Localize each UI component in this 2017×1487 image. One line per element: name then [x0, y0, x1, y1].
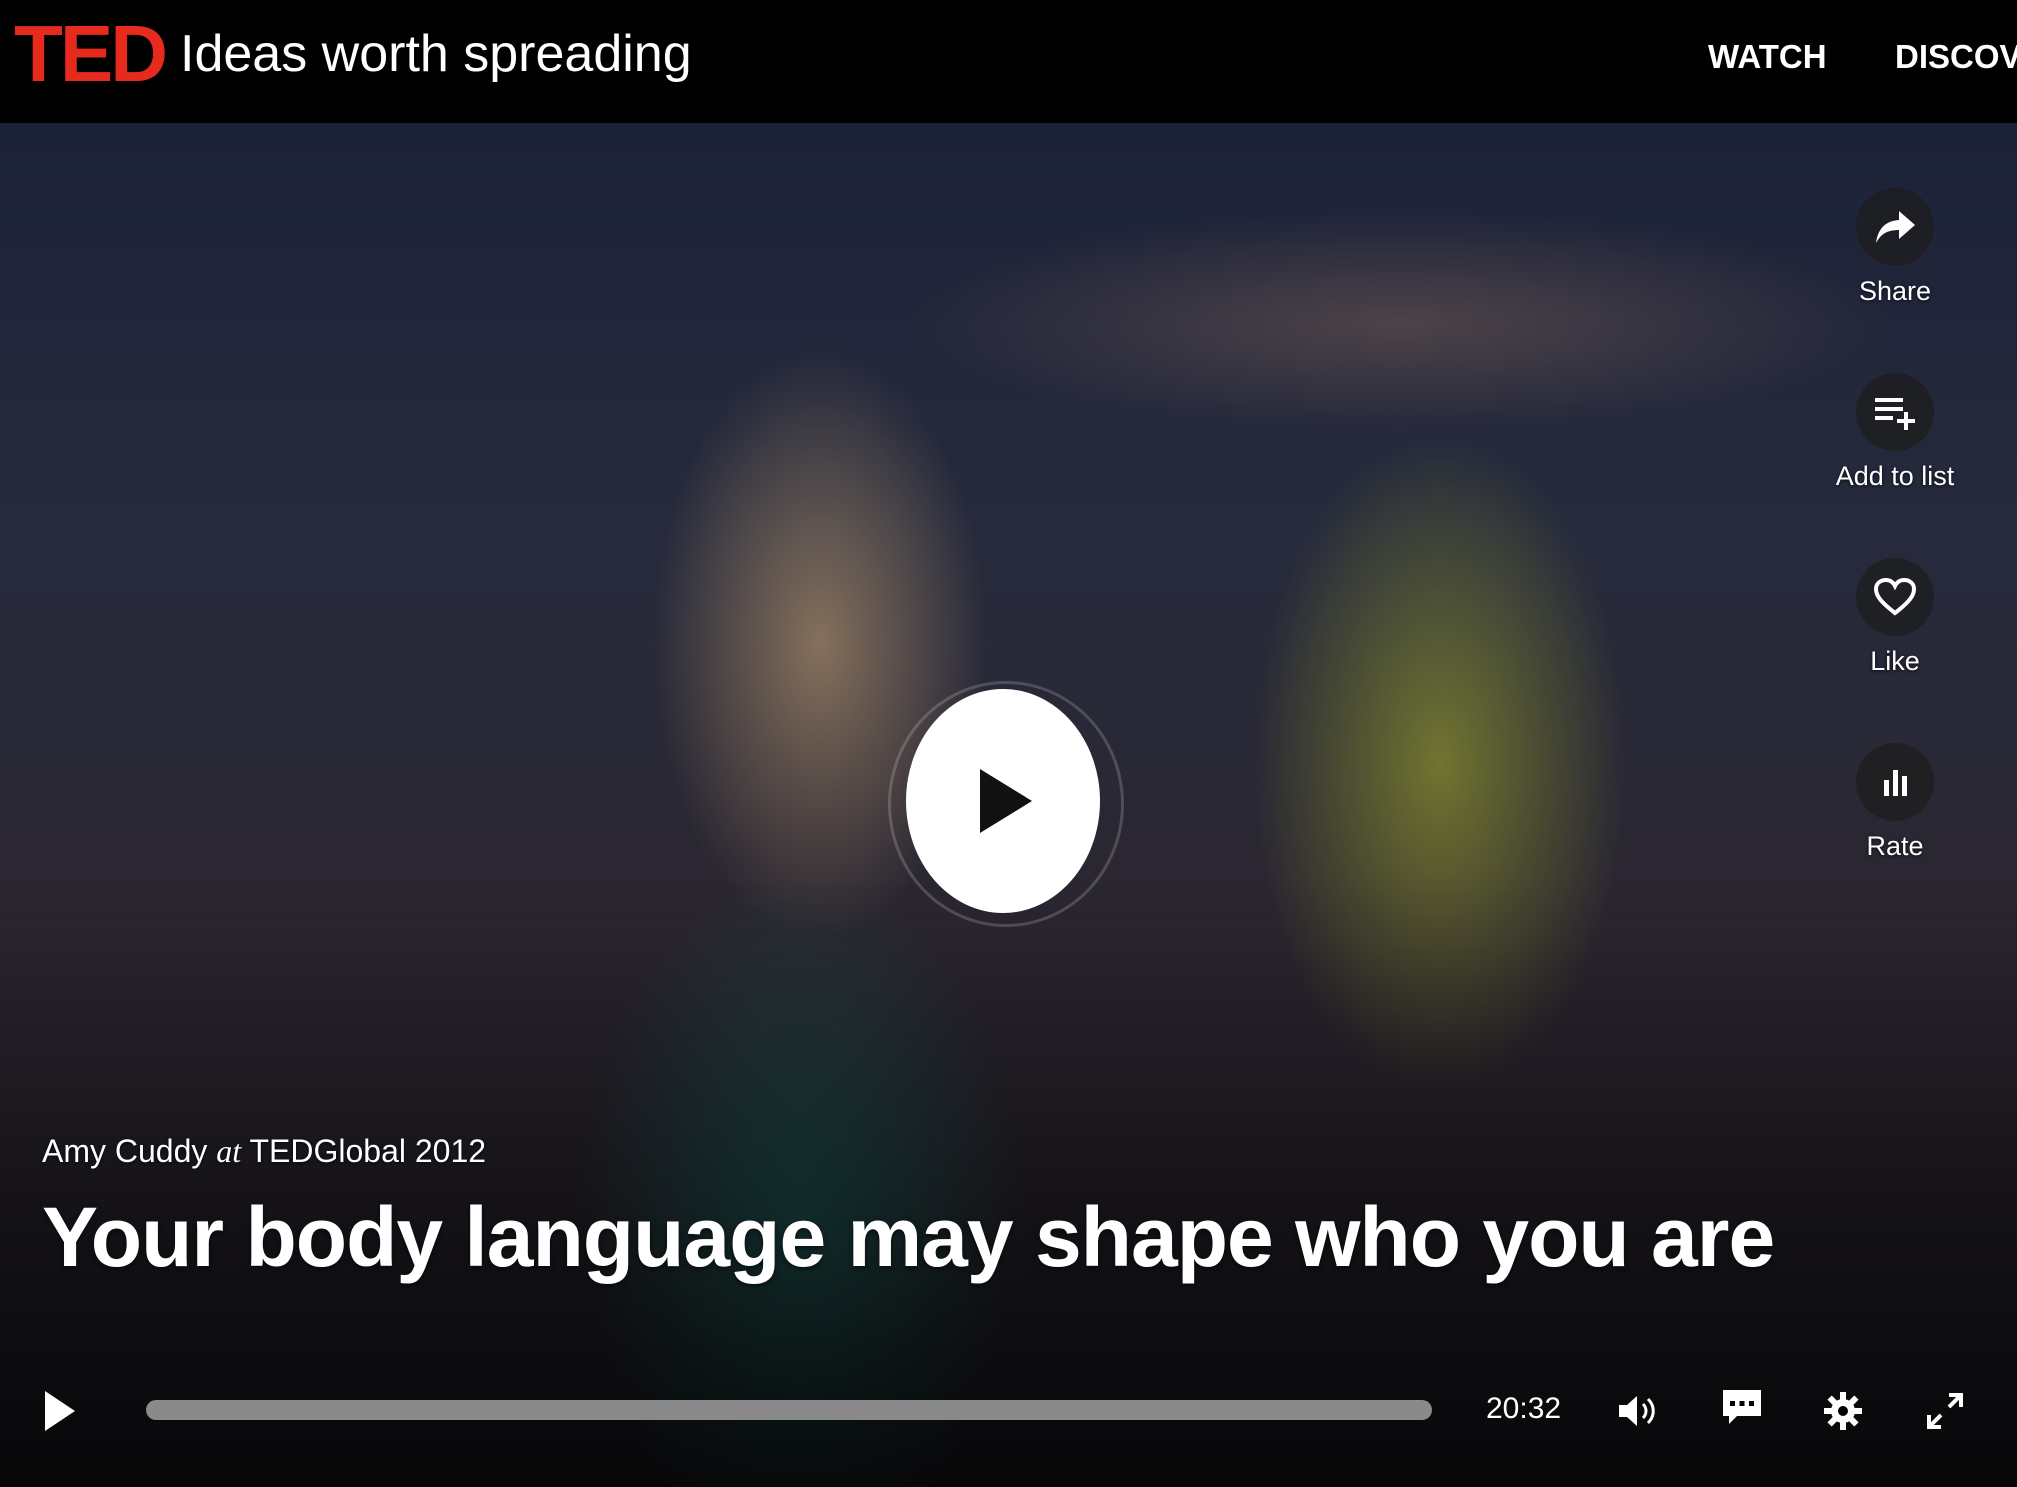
captions-button[interactable]	[1718, 1386, 1766, 1428]
rate-label: Rate	[1866, 831, 1924, 861]
settings-icon	[1824, 1392, 1862, 1430]
add-to-list-button[interactable]: Add to list	[1835, 373, 1955, 490]
share-button[interactable]: Share	[1835, 188, 1955, 305]
nav-watch[interactable]: WATCH	[1708, 40, 1827, 73]
add-to-list-icon	[1856, 373, 1934, 451]
volume-button[interactable]	[1614, 1390, 1662, 1432]
settings-button[interactable]	[1820, 1388, 1866, 1434]
heart-icon	[1856, 558, 1934, 636]
player-controls: 20:32	[0, 1370, 2017, 1450]
talk-title: Your body language may shape who you are	[42, 1190, 1775, 1284]
speaker-name[interactable]: Amy Cuddy	[42, 1133, 207, 1169]
top-bar: TED Ideas worth spreading WATCH DISCOVE	[0, 0, 2017, 123]
fullscreen-icon	[1927, 1393, 1963, 1429]
play-button[interactable]	[36, 1388, 82, 1434]
video-player[interactable]: Share Add to list Like Rate Amy Cuddy at…	[0, 123, 2017, 1487]
share-label: Share	[1858, 276, 1932, 306]
rate-button[interactable]: Rate	[1835, 743, 1955, 860]
like-label: Like	[1870, 646, 1920, 676]
captions-icon	[1723, 1390, 1761, 1424]
duration: 20:32	[1486, 1392, 1562, 1425]
nav-discover[interactable]: DISCOVE	[1895, 40, 2017, 73]
play-icon	[906, 689, 1100, 913]
event-name[interactable]: TEDGlobal 2012	[249, 1133, 486, 1169]
share-icon	[1856, 188, 1934, 266]
progress-bar[interactable]	[146, 1400, 1432, 1420]
add-to-list-label: Add to list	[1835, 461, 1955, 491]
rate-icon	[1856, 743, 1934, 821]
like-button[interactable]: Like	[1835, 558, 1955, 675]
big-play-button[interactable]	[888, 681, 1124, 927]
volume-icon	[1619, 1396, 1655, 1426]
speaker-line: Amy Cuddy at TEDGlobal 2012	[42, 1135, 486, 1167]
speaker-at: at	[216, 1133, 242, 1169]
tagline: Ideas worth spreading	[180, 25, 692, 83]
ted-logo[interactable]: TED	[14, 14, 168, 94]
fullscreen-button[interactable]	[1922, 1388, 1968, 1434]
play-icon	[45, 1391, 75, 1431]
